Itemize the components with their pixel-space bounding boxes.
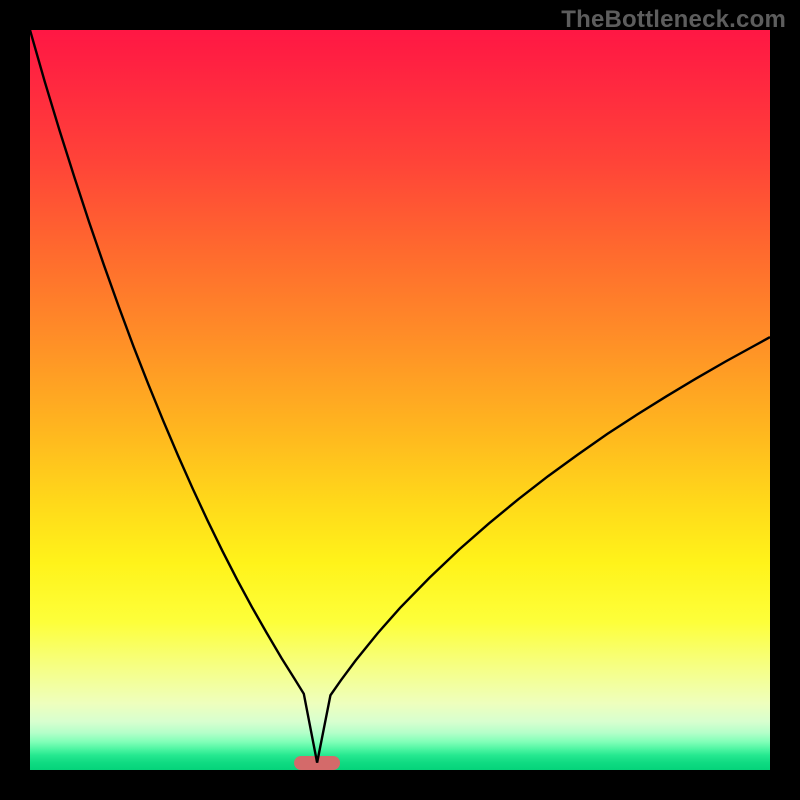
- bottleneck-curve: [30, 30, 770, 770]
- plot-area: [30, 30, 770, 770]
- chart-frame: TheBottleneck.com: [0, 0, 800, 800]
- bottleneck-curve-path: [30, 30, 770, 763]
